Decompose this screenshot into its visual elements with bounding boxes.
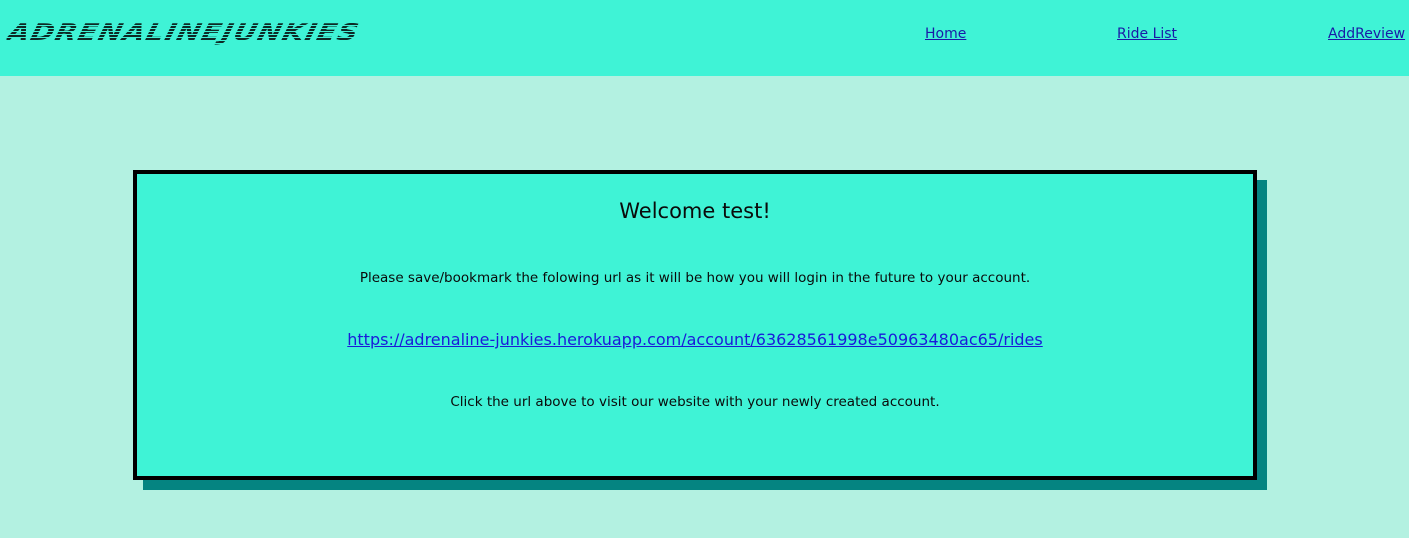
- navbar: AdrenalineJunkies Home Ride List AddRevi…: [0, 0, 1409, 76]
- account-url-link[interactable]: https://adrenaline-junkies.herokuapp.com…: [137, 330, 1253, 349]
- save-instructions: Please save/bookmark the folowing url as…: [359, 270, 1031, 286]
- welcome-title: Welcome test!: [619, 199, 771, 223]
- nav-link-ride-list[interactable]: Ride List: [1117, 26, 1177, 42]
- site-logo[interactable]: AdrenalineJunkies: [5, 20, 362, 46]
- click-url-note: Click the url above to visit our website…: [450, 394, 940, 410]
- welcome-card: Welcome test! Please save/bookmark the f…: [133, 170, 1257, 480]
- nav-link-add-review[interactable]: AddReview: [1328, 26, 1405, 42]
- nav-link-home[interactable]: Home: [925, 26, 966, 42]
